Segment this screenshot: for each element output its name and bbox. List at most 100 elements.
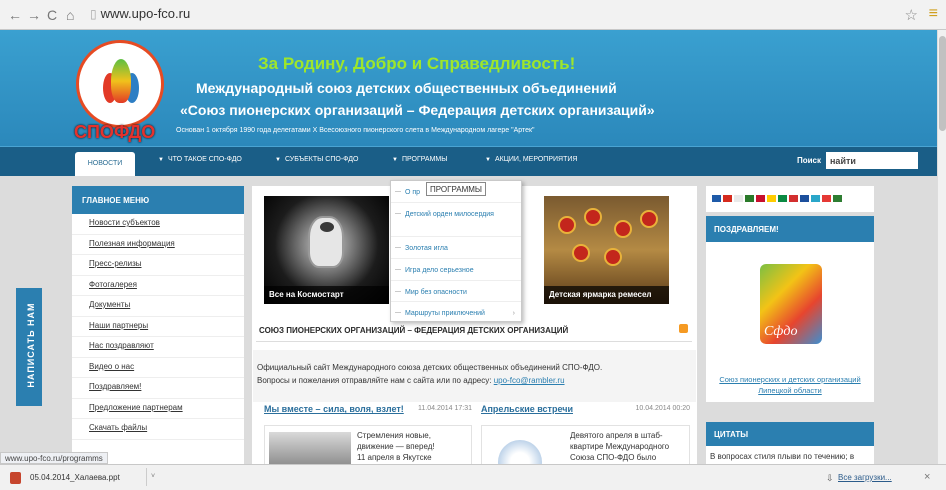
congrats-link[interactable]: Союз пионерских и детских организаций Ли…: [706, 374, 874, 396]
news-date: 11.04.2014 17:31: [418, 405, 472, 412]
menu-item-video[interactable]: Видео о нас: [72, 358, 244, 378]
close-icon[interactable]: ×: [924, 471, 930, 483]
status-url: www.upo-fco.ru/programms: [0, 452, 108, 464]
nav-subjects[interactable]: ▼ СУБЪЕКТЫ СПО-ФДО: [275, 156, 358, 163]
home-icon[interactable]: ⌂: [66, 7, 74, 23]
download-shelf: 05.04.2014_Халаева.ppt ˅ ⇩ Все загрузки.…: [0, 464, 946, 490]
forward-icon[interactable]: →: [27, 7, 41, 23]
main-nav: НОВОСТИ ▼ ЧТО ТАКОЕ СПО-ФДО ▼ СУБЪЕКТЫ СПО…: [0, 146, 937, 178]
intro-text: Официальный сайт Международного союза де…: [253, 350, 696, 402]
flag-icon[interactable]: [789, 195, 798, 202]
news-thumbnail: [269, 432, 351, 464]
reload-icon[interactable]: C: [47, 7, 57, 23]
nav-what-is[interactable]: ▼ ЧТО ТАКОЕ СПО-ФДО: [158, 156, 242, 163]
main-menu: ГЛАВНОЕ МЕНЮ Новости субъектов Полезная …: [72, 186, 244, 464]
address-bar[interactable]: ▯ www.upo-fco.ru: [90, 6, 890, 24]
feedback-tab[interactable]: НАПИСАТЬ НАМ: [16, 288, 42, 406]
menu-item-documents[interactable]: Документы: [72, 296, 244, 317]
site-title-line2: «Союз пионерских организаций – Федерация…: [180, 102, 655, 118]
menu-item-subjects-news[interactable]: Новости субъектов: [72, 214, 244, 235]
dropdown-item-mercy-order[interactable]: Детский орден милосердия: [391, 203, 521, 237]
dropdown-item-serious-game[interactable]: Игра дело серьезное: [391, 259, 521, 281]
flag-icon[interactable]: [833, 195, 842, 202]
scrollbar[interactable]: [937, 30, 946, 464]
flag-icon[interactable]: [800, 195, 809, 202]
site-founded-note: Основан 1 октября 1990 года делегатами X…: [176, 127, 535, 134]
main-menu-title: ГЛАВНОЕ МЕНЮ: [72, 186, 244, 214]
flag-icon[interactable]: [767, 195, 776, 202]
news-thumbnail: [498, 440, 542, 464]
tooltip: ПРОГРАММЫ: [426, 182, 487, 196]
slide-caption: Все на Космостарт: [264, 286, 389, 304]
browser-toolbar: ← → C ⌂ ▯ www.upo-fco.ru ☆ ≡: [0, 0, 946, 30]
flag-icon[interactable]: [734, 195, 743, 202]
flame-emblem-image[interactable]: Сфдо: [760, 264, 822, 344]
congrats-title: ПОЗДРАВЛЯЕМ!: [706, 216, 874, 242]
star-icon[interactable]: ☆: [905, 6, 918, 24]
menu-item-congratulations[interactable]: Поздравляем!: [72, 378, 244, 399]
slide-crafts-fair[interactable]: Детская ярмарка ремесел: [544, 196, 669, 304]
ppt-file-icon: [10, 472, 21, 484]
logo-emblem: [76, 40, 164, 128]
flag-icon[interactable]: [745, 195, 754, 202]
flag-icon[interactable]: [756, 195, 765, 202]
email-link[interactable]: upo-fco@rambler.ru: [494, 376, 565, 385]
congrats-block: ПОЗДРАВЛЯЕМ! Сфдо Союз пионерских и детс…: [706, 216, 874, 402]
news-title-link[interactable]: Мы вместе – сила, воля, взлет!: [264, 404, 404, 414]
chevron-down-icon: ▼: [485, 157, 491, 163]
dropdown-item-safe-world[interactable]: Мир без опасности: [391, 281, 521, 302]
dropdown-item-adventure-routes[interactable]: Маршруты приключений›: [391, 302, 521, 322]
rss-icon[interactable]: [679, 324, 688, 333]
download-options-caret[interactable]: ˅: [146, 468, 160, 486]
flag-icon[interactable]: [822, 195, 831, 202]
menu-item-press[interactable]: Пресс-релизы: [72, 255, 244, 276]
menu-item-partner-offer[interactable]: Предложение партнерам: [72, 399, 244, 419]
menu-item-downloads[interactable]: Скачать файлы: [72, 419, 244, 440]
menu-item-useful-info[interactable]: Полезная информация: [72, 235, 244, 255]
news-item: Мы вместе – сила, воля, взлет! 11.04.201…: [264, 403, 472, 464]
dropdown-item-golden-needle[interactable]: Золотая игла: [391, 237, 521, 259]
news-date: 10.04.2014 00:20: [635, 405, 691, 412]
search-input[interactable]: [826, 152, 918, 169]
download-icon: ⇩: [826, 473, 834, 483]
nav-programs[interactable]: ▼ ПРОГРАММЫ: [392, 156, 447, 163]
menu-item-congratulate-us[interactable]: Нас поздравляют: [72, 337, 244, 358]
search-label: Поиск: [797, 156, 822, 165]
news-title-link[interactable]: Апрельские встречи: [481, 404, 573, 414]
chevron-down-icon: ▼: [275, 157, 281, 163]
chevron-right-icon: ›: [512, 310, 515, 317]
chevron-down-icon: ▼: [392, 157, 398, 163]
all-downloads-link[interactable]: Все загрузки...: [838, 473, 892, 482]
flag-icon[interactable]: [778, 195, 787, 202]
back-icon[interactable]: ←: [8, 7, 22, 23]
site-slogan: За Родину, Добро и Справедливость!: [258, 54, 576, 73]
flag-icon[interactable]: [811, 195, 820, 202]
news-body: Девятого апреля в штаб-квартире Междунар…: [481, 425, 690, 464]
scrollbar-thumb[interactable]: [939, 36, 946, 131]
section-title: СОЮЗ ПИОНЕРСКИХ ОРГАНИЗАЦИЙ – ФЕДЕРАЦИЯ …: [256, 322, 692, 342]
flag-icon[interactable]: [712, 195, 721, 202]
language-flags: [706, 186, 874, 212]
slide-caption: Детская ярмарка ремесел: [544, 286, 669, 304]
quotes-block: ЦИТАТЫ В вопросах стиля плыви по течению…: [706, 422, 874, 464]
page-viewport: СПОФДО За Родину, Добро и Справедливость…: [0, 30, 937, 464]
url-text: www.upo-fco.ru: [100, 6, 191, 21]
download-file[interactable]: 05.04.2014_Халаева.ppt: [30, 473, 120, 482]
site-header: СПОФДО За Родину, Добро и Справедливость…: [0, 30, 937, 146]
menu-icon[interactable]: ≡: [929, 5, 938, 23]
nav-actions[interactable]: ▼ АКЦИИ, МЕРОПРИЯТИЯ: [485, 156, 577, 163]
news-item: Апрельские встречи 10.04.2014 00:20 Девя…: [481, 403, 690, 464]
slide-cosmostart[interactable]: Все на Космостарт: [264, 196, 389, 304]
quotes-title: ЦИТАТЫ: [706, 422, 874, 446]
quote-text: В вопросах стиля плыви по течению; в: [710, 452, 855, 461]
logo-text: СПОФДО: [74, 122, 156, 142]
news-body: Стремления новые, движение — вперед! 11 ап…: [264, 425, 472, 464]
programs-dropdown: О пр Детский орден милосердия Золотая иг…: [390, 180, 522, 322]
flag-icon[interactable]: [723, 195, 732, 202]
nav-news[interactable]: НОВОСТИ: [75, 152, 135, 178]
menu-item-gallery[interactable]: Фотогалерея: [72, 276, 244, 296]
site-logo[interactable]: СПОФДО: [70, 40, 170, 142]
menu-item-partners[interactable]: Наши партнеры: [72, 317, 244, 337]
site-title-line1: Международный союз детских общественных …: [196, 80, 617, 96]
chevron-down-icon: ▼: [158, 157, 164, 163]
